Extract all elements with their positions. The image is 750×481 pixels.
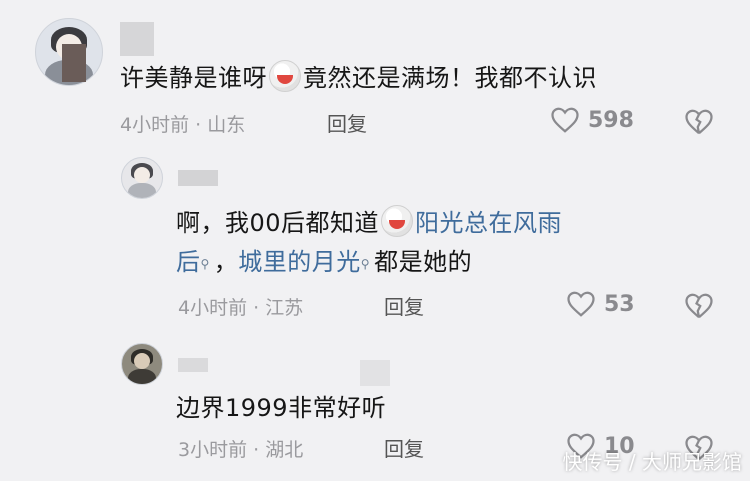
comment-text-part: ， <box>213 248 239 276</box>
comment-time: 3小时前 <box>178 439 248 461</box>
like-count: 598 <box>588 107 634 133</box>
avatar-body <box>127 368 157 384</box>
laugh-emoji-icon <box>269 60 301 92</box>
avatar[interactable] <box>121 343 163 385</box>
song-link[interactable]: 阳光总在风雨 <box>415 209 562 237</box>
username-mosaic <box>178 170 218 186</box>
comment-text-part: 许美静是谁呀 <box>120 64 267 92</box>
avatar-mosaic <box>62 44 86 82</box>
comment-time: 4小时前 <box>178 297 248 319</box>
comment-location: 江苏 <box>265 297 304 319</box>
reply-button[interactable]: 回复 <box>384 291 424 320</box>
dislike-button[interactable] <box>684 292 714 320</box>
username-mosaic <box>120 22 154 56</box>
like-button[interactable]: 53 <box>566 290 635 318</box>
comment-meta: 4小时前 · 江苏 <box>178 293 303 320</box>
dislike-button[interactable] <box>684 108 714 136</box>
heart-icon <box>567 291 595 317</box>
watermark: 快传号 / 大师兄影馆 <box>562 450 742 474</box>
comment-meta: 3小时前 · 湖北 <box>178 435 303 462</box>
comment-location: 山东 <box>207 114 246 136</box>
comment-text: 边界1999非常好听 <box>176 386 386 430</box>
comment-time: 4小时前 <box>120 114 190 136</box>
song-link[interactable]: 后 <box>176 248 201 276</box>
like-count: 53 <box>604 291 635 317</box>
comment-text-part: 边界1999非常好听 <box>176 394 387 422</box>
comment-text: 许美静是谁呀 竟然还是满场！我都不认识 <box>120 56 597 100</box>
username-mosaic <box>178 358 208 372</box>
broken-heart-icon <box>685 109 713 135</box>
comment-text: 啊，我00后都知道 阳光总在风雨 <box>176 201 562 245</box>
meta-separator: · <box>247 297 266 319</box>
reply-button[interactable]: 回复 <box>327 108 367 137</box>
avatar-body <box>127 182 157 198</box>
reply-button[interactable]: 回复 <box>384 433 424 462</box>
laugh-emoji-icon <box>381 205 414 237</box>
comment-text-part: 都是她的 <box>374 248 473 276</box>
comment-text: 后⚲ ，城里的月光⚲ 都是她的 <box>176 240 472 284</box>
username-mosaic <box>360 360 390 386</box>
meta-separator: · <box>247 439 266 461</box>
broken-heart-icon <box>685 293 713 319</box>
heart-icon <box>551 107 579 133</box>
song-link[interactable]: 城里的月光 <box>238 248 361 276</box>
avatar-face <box>134 352 150 369</box>
search-icon: ⚲ <box>360 257 371 271</box>
comment-location: 湖北 <box>265 439 304 461</box>
comment-text-part: 啊，我00后都知道 <box>176 209 380 237</box>
avatar[interactable] <box>121 157 163 199</box>
meta-separator: · <box>189 114 208 136</box>
comment-meta: 4小时前 · 山东 <box>120 110 245 137</box>
like-button[interactable]: 598 <box>550 106 634 134</box>
avatar-face <box>134 166 150 183</box>
search-icon: ⚲ <box>200 257 210 271</box>
comment-text-part: 竟然还是满场！我都不认识 <box>303 64 597 92</box>
